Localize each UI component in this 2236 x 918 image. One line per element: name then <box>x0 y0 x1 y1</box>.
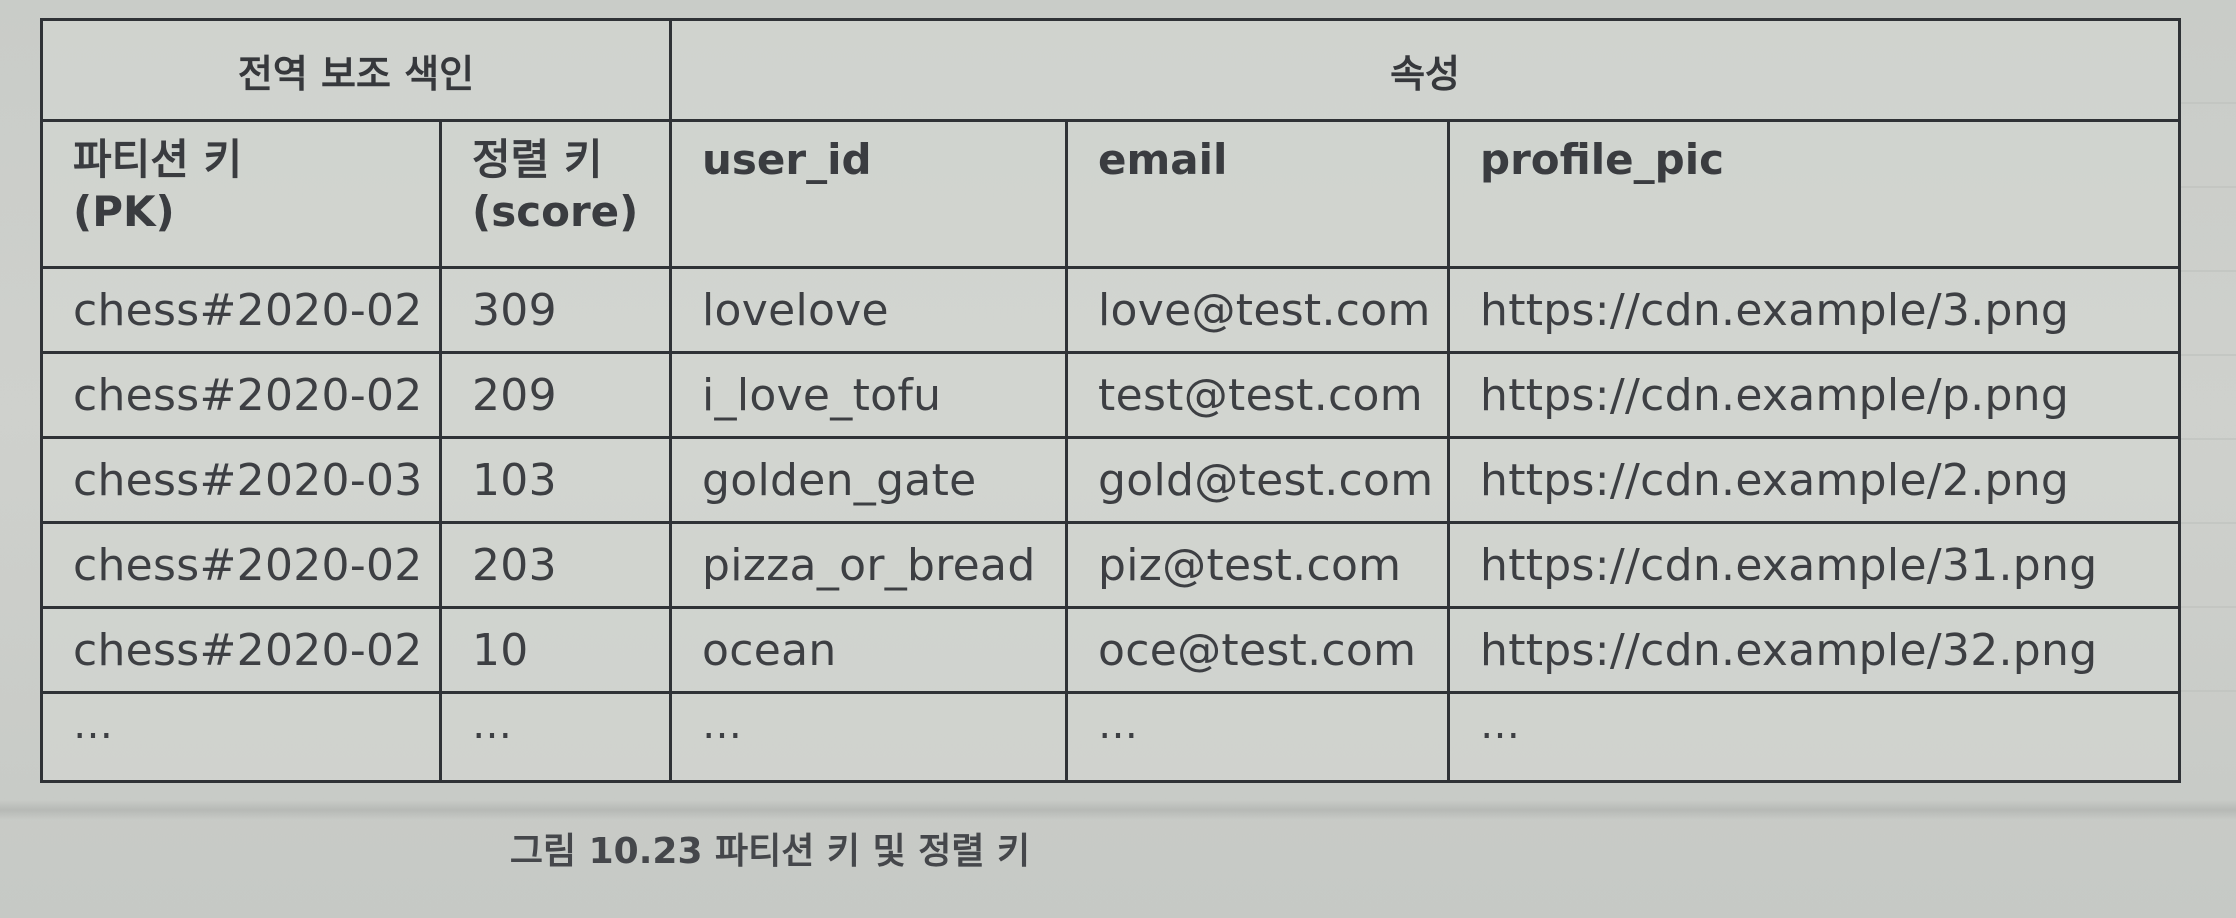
column-header-profile-pic: profile_pic <box>1447 119 2182 269</box>
cell-ellipsis: … <box>1065 691 1451 783</box>
cell-partition-key: chess#2020-02 <box>40 606 442 694</box>
column-header-sort-key: 정렬 키 (score) <box>438 119 673 269</box>
cell-score: 309 <box>438 266 673 354</box>
book-page: 전역 보조 색인 속성 파티션 키 (PK) 정렬 키 (score) user… <box>0 0 2236 918</box>
column-header-partition-key: 파티션 키 (PK) <box>40 119 442 269</box>
group-header-row: 전역 보조 색인 속성 <box>39 18 2182 122</box>
table-row: chess#2020-02 209 i_love_tofu test@test.… <box>40 351 2182 439</box>
column-header-label: profile_pic <box>1480 135 1725 184</box>
cell-partition-key: chess#2020-02 <box>40 351 442 439</box>
cell-email: oce@test.com <box>1065 606 1451 694</box>
column-header-label: 정렬 키 <box>472 135 603 184</box>
cell-profile-pic: https://cdn.example/2.png <box>1447 436 2182 524</box>
cell-user-id: pizza_or_bread <box>669 521 1069 609</box>
figure-caption: 그림 10.23 파티션 키 및 정렬 키 <box>509 831 1031 872</box>
table-row: chess#2020-02 203 pizza_or_bread piz@tes… <box>40 521 2182 609</box>
cell-email: piz@test.com <box>1065 521 1451 609</box>
table-row: chess#2020-02 10 ocean oce@test.com http… <box>40 606 2182 694</box>
cell-ellipsis: … <box>1447 691 2182 783</box>
bleed-through-text-band <box>0 800 2236 820</box>
cell-partition-key: chess#2020-02 <box>40 266 442 354</box>
cell-score: 209 <box>438 351 673 439</box>
table-row-ellipsis: … … … … … <box>40 691 2182 783</box>
column-header-label: email <box>1098 135 1228 184</box>
gsi-group-header: 전역 보조 색인 <box>39 18 673 122</box>
cell-user-id: lovelove <box>669 266 1069 354</box>
cell-score: 203 <box>438 521 673 609</box>
cell-score: 10 <box>438 606 673 694</box>
column-header-label: user_id <box>702 135 872 184</box>
cell-profile-pic: https://cdn.example/31.png <box>1447 521 2182 609</box>
table-row: chess#2020-02 309 lovelove love@test.com… <box>40 266 2182 354</box>
table-row: chess#2020-03 103 golden_gate gold@test.… <box>40 436 2182 524</box>
column-header-label: 파티션 키 <box>73 135 243 184</box>
cell-partition-key: chess#2020-03 <box>40 436 442 524</box>
column-header-sublabel: (score) <box>472 187 639 236</box>
cell-user-id: ocean <box>669 606 1069 694</box>
cell-user-id: golden_gate <box>669 436 1069 524</box>
cell-profile-pic: https://cdn.example/3.png <box>1447 266 2182 354</box>
cell-score: 103 <box>438 436 673 524</box>
cell-email: test@test.com <box>1065 351 1451 439</box>
partition-sort-key-table: 전역 보조 색인 속성 파티션 키 (PK) 정렬 키 (score) user… <box>39 18 2182 783</box>
cell-email: love@test.com <box>1065 266 1451 354</box>
cell-ellipsis: … <box>669 691 1069 783</box>
column-header-user-id: user_id <box>669 119 1069 269</box>
column-header-email: email <box>1065 119 1451 269</box>
attributes-group-header: 속성 <box>669 18 2182 122</box>
cell-profile-pic: https://cdn.example/32.png <box>1447 606 2182 694</box>
cell-ellipsis: … <box>438 691 673 783</box>
cell-user-id: i_love_tofu <box>669 351 1069 439</box>
cell-profile-pic: https://cdn.example/p.png <box>1447 351 2182 439</box>
cell-partition-key: chess#2020-02 <box>40 521 442 609</box>
bleed-through-table-right <box>2178 20 2236 760</box>
cell-email: gold@test.com <box>1065 436 1451 524</box>
column-header-sublabel: (PK) <box>73 187 175 236</box>
column-header-row: 파티션 키 (PK) 정렬 키 (score) user_id email pr… <box>40 119 2182 269</box>
cell-ellipsis: … <box>40 691 442 783</box>
